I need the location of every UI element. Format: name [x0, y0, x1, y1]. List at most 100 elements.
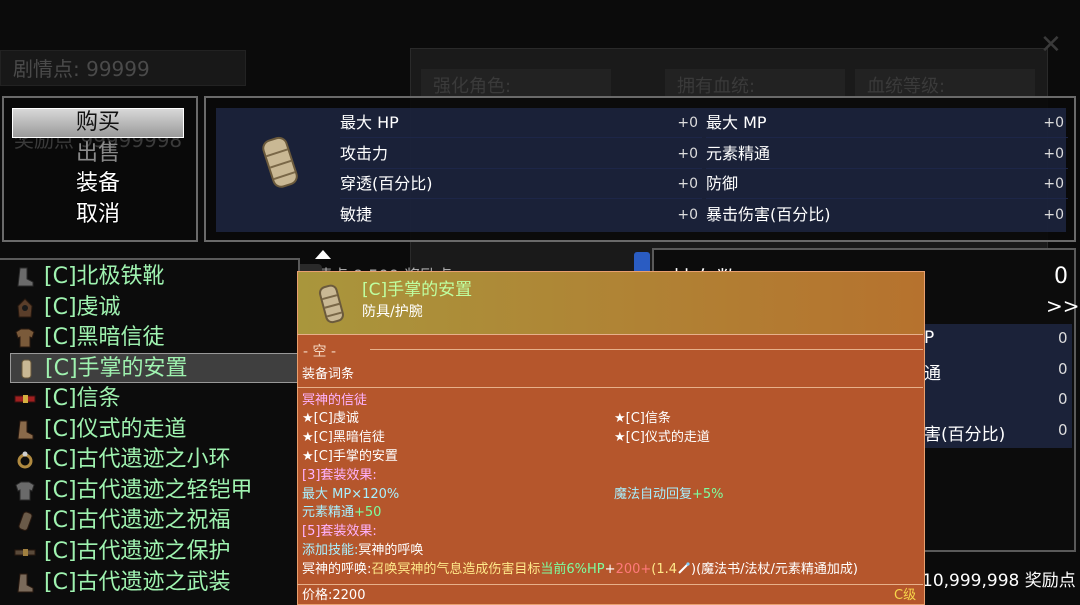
armor-icon: [15, 481, 35, 501]
stat-value: +0: [677, 207, 698, 223]
skill-desc-plus: +: [604, 562, 616, 577]
close-icon[interactable]: ✕: [1040, 30, 1062, 60]
staff-icon: [678, 562, 690, 574]
divider: [297, 387, 923, 388]
stat-max-mp: 最大 MP +0: [706, 108, 1068, 138]
set-item: ★[C]手掌的安置: [302, 449, 398, 464]
set-bonus-max-mp: 最大 MP×120%: [302, 487, 400, 502]
set-bonus-skill: 添加技能:冥神的呼唤: [302, 542, 423, 560]
sell-button[interactable]: 出售: [12, 139, 184, 169]
skill-desc-mult: (1.4: [651, 562, 678, 577]
list-item[interactable]: [C]古代遗迹之祝福: [10, 506, 298, 536]
belt-icon: [14, 395, 36, 403]
buy-button[interactable]: 购买: [12, 108, 184, 138]
stat-elemental-mastery: 元素精通 +0: [706, 139, 1068, 169]
list-item-label: [C]仪式的走道: [44, 417, 187, 442]
list-item-label: [C]古代遗迹之祝福: [44, 508, 231, 533]
tooltip-grade: C级: [894, 588, 917, 603]
stat-attack: 攻击力 +0: [340, 139, 702, 169]
list-item-label: [C]北极铁靴: [44, 264, 165, 289]
set-bonus-mastery-value: +50: [354, 505, 382, 520]
set-bonus-5-header: [5]套装效果:: [302, 524, 377, 539]
list-item[interactable]: [C]虔诚: [10, 293, 298, 323]
tooltip-empty-slot: - 空 -: [303, 344, 337, 360]
set-item: ★[C]仪式的走道: [614, 430, 710, 445]
detail-row-label: P: [924, 328, 935, 348]
skill-desc-prefix: 冥神的呼唤:: [302, 562, 372, 577]
stat-max-hp: 最大 HP +0: [340, 108, 702, 138]
tooltip-item-type: 防具/护腕: [362, 304, 423, 320]
owned-count-value: 0: [1054, 264, 1068, 289]
stat-defense: 防御 +0: [706, 169, 1068, 199]
list-item[interactable]: [C]黑暗信徒: [10, 323, 298, 353]
ring-icon: [17, 451, 33, 469]
hood-icon: [17, 298, 33, 318]
detail-row-value: 0: [1058, 329, 1068, 347]
bracer-icon: [262, 136, 298, 188]
stat-value: +0: [677, 176, 698, 192]
reward-points-status: 10,999,998 奖励点: [922, 571, 1076, 591]
list-item-label: [C]古代遗迹之小环: [44, 447, 231, 472]
detail-row-label: 通: [924, 364, 941, 384]
set-item: ★[C]虔诚: [302, 411, 359, 426]
list-item[interactable]: [C]北极铁靴: [10, 262, 298, 292]
set-bonus-3-header: [3]套装效果:: [302, 468, 377, 483]
tooltip-item-name: [C]手掌的安置: [362, 280, 473, 300]
stat-label: 元素精通: [706, 144, 771, 163]
divider: [370, 349, 923, 350]
list-item[interactable]: [C]古代遗迹之保护: [10, 537, 298, 567]
divider: [297, 584, 923, 585]
list-item[interactable]: [C]仪式的走道: [10, 415, 298, 445]
stat-value: +0: [677, 146, 698, 162]
skill-desc-base: 200+: [615, 562, 652, 577]
set-bonus-mp-regen-value: +5%: [692, 487, 724, 502]
list-item[interactable]: [C]古代遗迹之轻铠甲: [10, 476, 298, 506]
divider: [297, 334, 923, 335]
next-page-button[interactable]: >>: [1046, 294, 1080, 318]
detail-row-value: 0: [1058, 390, 1068, 408]
set-bonus-mp-regen: 魔法自动回复+5%: [614, 486, 724, 504]
armor-icon: [15, 328, 35, 348]
stat-label: 穿透(百分比): [340, 174, 433, 193]
stat-label: 最大 MP: [706, 113, 767, 132]
scroll-up-icon[interactable]: [315, 250, 331, 259]
equip-button[interactable]: 装备: [12, 169, 184, 199]
tooltip-price: 价格:2200: [302, 588, 366, 603]
list-item-selected[interactable]: [C]手掌的安置: [10, 353, 298, 383]
skill-desc-hp: 当前6%HP: [540, 562, 605, 577]
stat-label: 暴击伤害(百分比): [706, 205, 831, 224]
set-item: ★[C]信条: [614, 411, 671, 426]
set-bonus-mastery: 元素精通+50: [302, 504, 381, 522]
skill-desc-tail: )(魔法书/法杖/元素精通加成): [691, 562, 859, 577]
list-item-label: [C]古代遗迹之轻铠甲: [44, 478, 253, 503]
stat-value: +0: [1043, 146, 1064, 162]
skill-name: 冥神的呼唤: [358, 543, 424, 558]
stat-value: +0: [1043, 115, 1064, 131]
detail-row-value: 0: [1058, 360, 1068, 378]
stat-label: 攻击力: [340, 144, 389, 163]
bracer-icon: [318, 284, 345, 324]
buy-label: 购买: [75, 110, 120, 135]
set-item: ★[C]黑暗信徒: [302, 430, 385, 445]
boots-icon: [17, 267, 34, 287]
stat-value: +0: [1043, 207, 1064, 223]
list-item[interactable]: [C]古代遗迹之武装: [10, 568, 298, 598]
list-item[interactable]: [C]信条: [10, 384, 298, 414]
list-item-label: [C]古代遗迹之保护: [44, 539, 231, 564]
story-points-ghost: 剧情点: 99999: [0, 50, 246, 86]
list-item-label: [C]虔诚: [44, 295, 121, 320]
list-item-label: [C]黑暗信徒: [44, 325, 165, 350]
skill-prefix: 添加技能:: [302, 543, 359, 558]
stat-crit-damage: 暴击伤害(百分比) +0: [706, 200, 1068, 230]
stat-penetration: 穿透(百分比) +0: [340, 169, 702, 199]
boots-icon: [17, 420, 34, 440]
belt-icon: [14, 549, 36, 556]
stat-label: 敏捷: [340, 205, 373, 224]
stat-label: 防御: [706, 174, 739, 193]
set-bonus-mastery-label: 元素精通: [302, 505, 355, 520]
set-name: 冥神的信徒: [302, 393, 368, 408]
list-item-label: [C]信条: [44, 386, 121, 411]
cancel-button[interactable]: 取消: [12, 200, 184, 230]
list-item[interactable]: [C]古代遗迹之小环: [10, 445, 298, 475]
detail-row-value: 0: [1058, 421, 1068, 439]
